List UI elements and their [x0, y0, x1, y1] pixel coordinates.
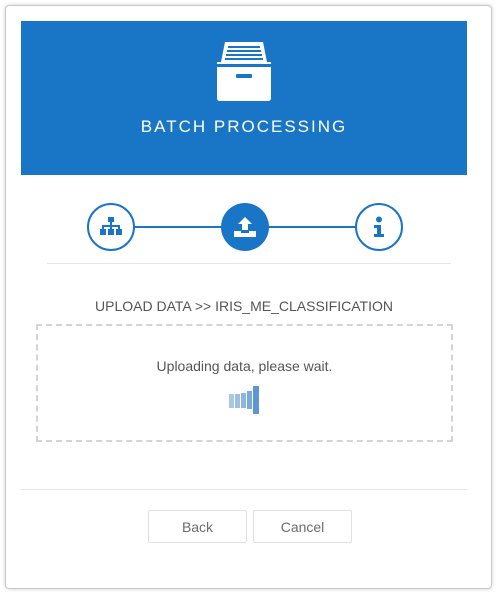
step-connector	[265, 226, 357, 228]
wizard-steps	[21, 195, 467, 259]
step-info[interactable]	[355, 203, 403, 251]
archive-drawer-icon	[215, 42, 273, 101]
steps-divider	[47, 263, 451, 264]
info-icon	[374, 216, 384, 237]
step-connector	[129, 226, 225, 228]
step-upload[interactable]	[221, 203, 269, 251]
upload-icon	[234, 217, 256, 237]
dialog-title: BATCH PROCESSING	[140, 117, 348, 136]
upload-path-label: UPLOAD DATA >> IRIS_ME_CLASSIFICATION	[95, 298, 393, 314]
upload-progress-area: Uploading data, please wait.	[36, 324, 453, 442]
step-select-hierarchy[interactable]	[87, 203, 135, 251]
dialog-header: BATCH PROCESSING	[21, 21, 467, 175]
upload-status-message: Uploading data, please wait.	[156, 358, 333, 374]
footer-divider	[21, 489, 467, 490]
loading-bars-icon	[229, 386, 259, 414]
cancel-button[interactable]: Cancel	[253, 510, 352, 543]
back-button[interactable]: Back	[148, 510, 247, 543]
hierarchy-icon	[100, 217, 122, 235]
